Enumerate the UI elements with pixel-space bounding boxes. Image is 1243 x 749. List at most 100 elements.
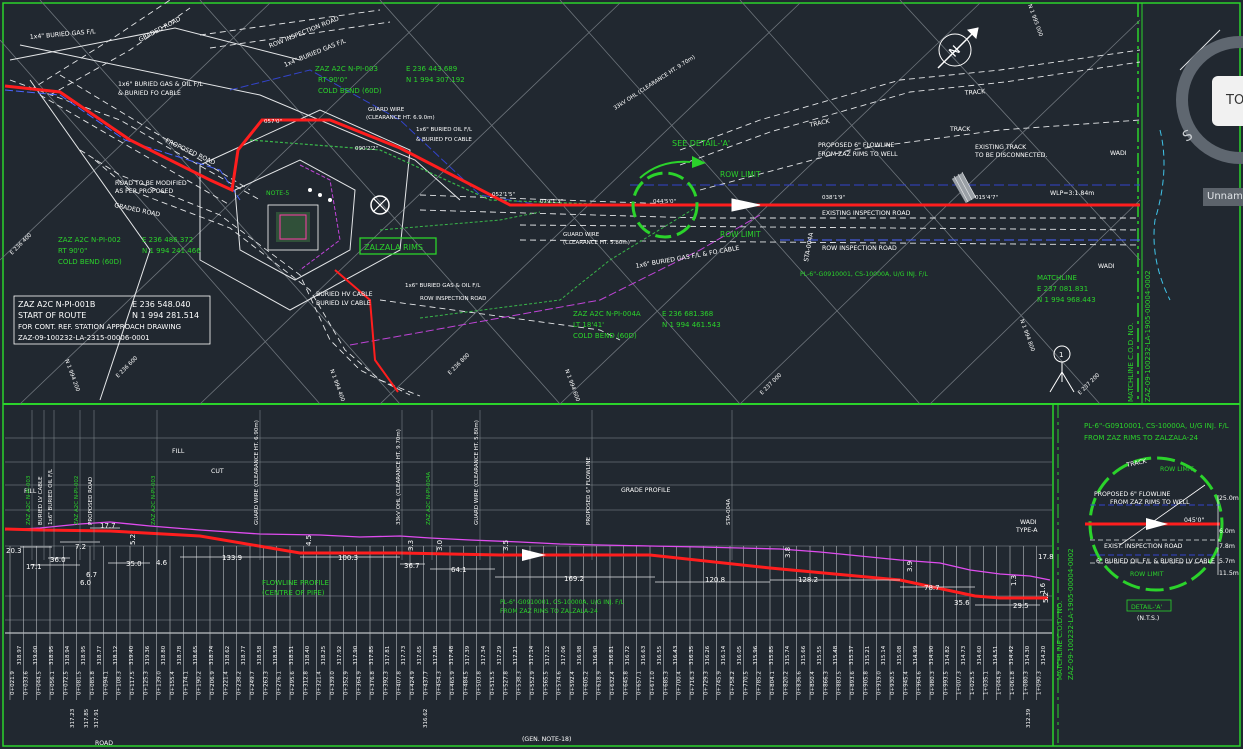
unnamed-named-view-button[interactable]: Unnamed (1203, 188, 1243, 206)
profile-vertical-label: GUARD WIRE (CLEARANCE HT. 5.80m) (474, 420, 480, 525)
buried-gas-oil-label: 1x6" BURIED GAS & OIL F/L (118, 81, 203, 88)
detail-track-label: TRACK (1125, 458, 1148, 469)
pi003-bend: COLD BEND (60D) (318, 87, 382, 95)
station-label: 0+424.9 (410, 671, 416, 695)
station-label: 0+155.4 (170, 671, 176, 695)
station-label: 0+618.9 (597, 671, 603, 695)
elevation-label: 317.92 (337, 646, 343, 665)
existing-track-hatch (951, 171, 977, 204)
pi001b-cont: FOR CONT. REF. STATION APPROACH DRAWING (18, 323, 181, 331)
station-label: 0+072.5 (63, 671, 69, 695)
pi001b-n: N 1 994 281.514 (132, 311, 199, 320)
detail-row-limit-1: ROW LIMIT (1160, 466, 1194, 473)
grid-e237200: E 237 200 (1077, 372, 1101, 396)
drawing-canvas[interactable]: 1x4" BURIED GAS F/L GRADED ROAD ROW INSP… (0, 0, 1243, 749)
buried-gas-label-1: 1x4" BURIED GAS F/L (30, 28, 97, 41)
elevation-label: 318.51 (289, 646, 295, 665)
gen-note-label: (GEN. NOTE-18) (522, 736, 571, 743)
station-label: 0+321.4 (317, 671, 323, 695)
guard-wire-label-2: GUARD WIRE (563, 232, 600, 238)
viewcube-top-button[interactable]: TOP (1212, 76, 1243, 126)
elevation-label: 318.74 (209, 645, 215, 665)
station-label: 0+804.1 (770, 671, 776, 695)
guard-wire-label-1b: (CLEARANCE HT. 6.9.0m) (366, 115, 435, 121)
track-label-1: TRACK (808, 118, 831, 129)
detail-dim-4: 5.7m (1219, 558, 1235, 565)
elevation-label: 318.97 (17, 645, 23, 665)
pi002-bend: COLD BEND (60D) (58, 258, 122, 266)
elevation-label: 314.20 (1041, 645, 1047, 665)
dimension-label: 120.8 (705, 576, 725, 584)
bottom-elevation-label: 317.23 (70, 708, 76, 728)
road-modified-1: ROAD TO BE MODIFIED (115, 180, 187, 187)
grid-n1994600: N 1 994 600 (563, 369, 580, 403)
dimension-label: 3.8 (784, 547, 792, 558)
station-label: 0+745.9 (717, 671, 723, 695)
station-label: 0+605.2 (583, 671, 589, 695)
pi004a-title: ZAZ A2C N-PI-004A (573, 310, 641, 318)
station-label: 0+716.3 (690, 671, 696, 695)
elevation-label: 316.26 (705, 645, 711, 665)
detail-flowline-1: PROPOSED 6" FLOWLINE (1094, 491, 1170, 498)
station-label: 0+174.1 (183, 671, 189, 695)
detail-callout-plan (631, 156, 706, 239)
pi003-title: ZAZ A2C N-PI-003 (315, 65, 378, 73)
dimension-label: 6.7 (86, 571, 97, 579)
station-label: 0+295.6 (290, 671, 296, 695)
elevation-label: 315.96 (753, 645, 759, 665)
station-label: 0+592.4 (570, 671, 576, 695)
elevation-label: 315.74 (785, 645, 791, 665)
road-modified-2: AS PER PROPOSED (115, 188, 173, 195)
dimension-label: 5.2 (1042, 592, 1050, 603)
zalzala-rims-label: ZALZALA RIMS (364, 243, 423, 252)
dimension-label: 128.2 (798, 576, 818, 584)
cut-label: CUT (211, 468, 224, 475)
detail-dim-1: 25.0m (1219, 495, 1239, 502)
elevation-label: 314.51 (993, 646, 999, 665)
profile-vertical-label: PROPOSED 6" FLOWLINE (586, 457, 592, 525)
station-label: 0+538.3 (517, 671, 523, 695)
elevation-label: 318.65 (193, 645, 199, 665)
track-label-3: TRACK (949, 126, 971, 133)
station-label: 1+035.1 (983, 671, 989, 695)
stationing-labels: 0+021.9 0+033.6 0+044.5 0+056.1 0+072.5 0+081… (10, 645, 1047, 728)
station-label: 0+108.3 (117, 671, 123, 695)
dimension-label: 35.6 (954, 599, 970, 607)
profile-vertical-label: ZAZ A2C N-PI-002 (74, 476, 80, 525)
elevation-label: 317.39 (465, 645, 471, 665)
station-label: 0+785.2 (757, 671, 763, 695)
angle-079: 079'1'3" (540, 199, 563, 205)
dimension-label: 20.3 (6, 547, 22, 555)
detail-caption: DETAIL-'A' (1131, 604, 1163, 611)
elevation-label: 319.36 (145, 645, 151, 665)
elevation-label: 317.29 (497, 645, 503, 665)
station-label: 0+094.1 (103, 671, 109, 695)
elevation-label: 315.14 (881, 645, 887, 665)
station-label: 0+437.7 (423, 671, 429, 695)
station-label: 0+081.5 (77, 671, 83, 695)
pi004a-n: N 1 994 461.543 (662, 321, 721, 329)
profile-vertical-label: BURIED LV CABLE (38, 476, 44, 525)
elevation-label: 317.81 (385, 646, 391, 665)
wlp-label: WLP=3:1.84m (1050, 190, 1094, 197)
station-label: 1+025.5 (970, 671, 976, 695)
grid-n1994800: N 1 994 800 (1018, 319, 1035, 353)
dimension-label: 3.0 (436, 540, 444, 551)
station-label: 0+206.9 (210, 671, 216, 695)
station-label: 0+930.5 (890, 671, 896, 695)
dimension-label: 133.9 (222, 554, 242, 562)
pi003-n: N 1 994 307.192 (406, 76, 465, 84)
elevation-label: 314.30 (1025, 645, 1031, 665)
cad-drawing-viewport[interactable]: 1x4" BURIED GAS F/L GRADED ROAD ROW INSP… (0, 0, 1243, 749)
dimension-label: 35.0 (126, 560, 142, 568)
plan-labels: 1x4" BURIED GAS F/L GRADED ROAD ROW INSP… (9, 4, 1196, 403)
station-label: 0+758.2 (730, 671, 736, 695)
profile-vertical-label: 33kV OHL (CLEARANCE HT. 9.70m) (396, 429, 402, 525)
circle-1-label: 1 (1059, 351, 1063, 359)
profile-vertical-label: PROPOSED ROAD (88, 477, 94, 525)
angle-052: 052'1'5" (492, 192, 515, 198)
profile-vertical-label: ZAZ A2C N-PI-004A (426, 472, 432, 525)
station-label: 0+883.5 (837, 671, 843, 695)
angle-090: 090'2'2" (355, 146, 378, 152)
detail-a (1085, 456, 1224, 612)
